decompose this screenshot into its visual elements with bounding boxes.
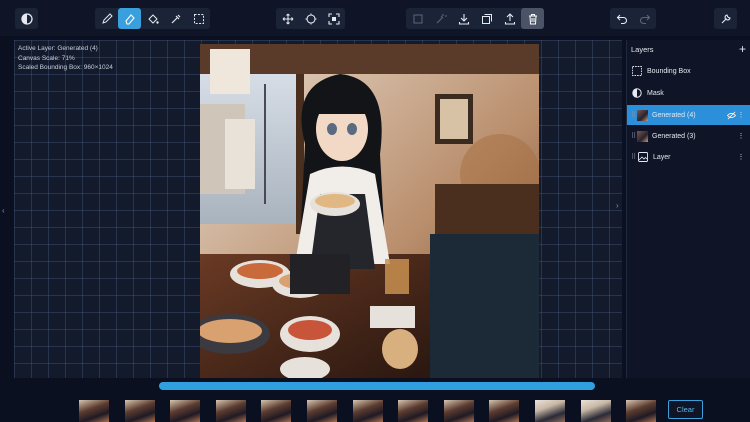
chevron-right-icon[interactable]: ›: [616, 201, 619, 210]
transform-icon[interactable]: [406, 8, 429, 29]
undo-icon[interactable]: [610, 8, 633, 29]
mask-icon: [631, 88, 642, 99]
add-layer-icon[interactable]: +: [739, 42, 746, 56]
active-layer-info: Active Layer: Generated (4): [18, 45, 98, 52]
gallery-thumbnail[interactable]: [170, 400, 201, 422]
magic-icon[interactable]: [429, 8, 452, 29]
bounding-box-icon: [631, 66, 642, 77]
layer-layer[interactable]: ⠿ Layer ⋮: [627, 147, 750, 167]
more-icon[interactable]: ⋮: [736, 153, 746, 161]
eraser-icon[interactable]: [118, 8, 141, 29]
wrench-icon[interactable]: [714, 8, 737, 29]
layer-bounding-box[interactable]: Bounding Box: [627, 61, 750, 81]
gallery-thumbnail[interactable]: [580, 400, 611, 422]
image-icon: [637, 152, 648, 163]
layer-thumbnail: [637, 130, 648, 142]
gallery-thumbnail[interactable]: [489, 400, 520, 422]
upload-icon[interactable]: [498, 8, 521, 29]
trash-icon[interactable]: [521, 8, 544, 29]
target-icon[interactable]: [299, 8, 322, 29]
gallery-thumbnail[interactable]: [626, 400, 657, 422]
progress-bar: [159, 382, 595, 390]
settings-group: [714, 8, 737, 29]
copy-icon[interactable]: [475, 8, 498, 29]
toolbar: [0, 0, 750, 36]
layer-generated-4[interactable]: ⠿ Generated (4) ⋮: [627, 105, 750, 125]
gallery-thumbnail[interactable]: [307, 400, 337, 422]
more-icon[interactable]: ⋮: [736, 132, 746, 140]
generated-image[interactable]: [200, 44, 539, 378]
gallery-thumbnail[interactable]: [79, 400, 109, 422]
layer-label: Layer: [653, 153, 671, 161]
gallery-strip: [0, 394, 750, 422]
layer-label: Bounding Box: [647, 67, 691, 75]
eyedropper-icon[interactable]: [164, 8, 187, 29]
bounding-box-info: Scaled Bounding Box: 960×1024: [18, 64, 113, 71]
progress-fill: [159, 382, 595, 390]
layer-label: Generated (4): [652, 111, 696, 119]
gallery-thumbnail[interactable]: [398, 400, 429, 422]
redo-icon[interactable]: [633, 8, 656, 29]
layer-label: Generated (3): [652, 132, 696, 140]
gallery-thumbnail[interactable]: [352, 400, 383, 422]
clear-button[interactable]: Clear: [668, 400, 703, 419]
contrast-icon[interactable]: [15, 8, 38, 29]
history-group: [610, 8, 656, 29]
move-icon[interactable]: [276, 8, 299, 29]
canvas-info: Active Layer: Generated (4) Canvas Scale…: [18, 44, 113, 73]
layer-generated-3[interactable]: ⠿ Generated (3) ⋮: [627, 126, 750, 146]
fit-icon[interactable]: [322, 8, 345, 29]
brush-icon[interactable]: [95, 8, 118, 29]
actions-group: [406, 8, 544, 29]
fill-icon[interactable]: [141, 8, 164, 29]
tools-group: [95, 8, 210, 29]
more-icon[interactable]: ⋮: [736, 111, 746, 119]
eye-off-icon[interactable]: [726, 111, 736, 120]
gallery-thumbnail[interactable]: [261, 400, 292, 422]
layers-title: Layers: [631, 44, 654, 54]
canvas-scale-info: Canvas Scale: 71%: [18, 54, 75, 62]
layer-mask[interactable]: Mask: [627, 83, 750, 103]
layers-header: Layers +: [627, 40, 750, 58]
layer-thumbnail: [637, 109, 648, 121]
selection-icon[interactable]: [187, 8, 210, 29]
gallery-thumbnail[interactable]: [215, 400, 246, 422]
gallery-thumbnail[interactable]: [124, 400, 155, 422]
layer-label: Mask: [647, 89, 664, 97]
chevron-left-icon[interactable]: ‹: [2, 206, 5, 215]
gallery-thumbnail[interactable]: [535, 400, 565, 422]
view-group: [276, 8, 345, 29]
gallery-thumbnail[interactable]: [443, 400, 474, 422]
mode-group: [15, 8, 38, 29]
layers-panel: Layers + Bounding Box Mask ⠿ Generated (…: [626, 40, 750, 378]
download-icon[interactable]: [452, 8, 475, 29]
